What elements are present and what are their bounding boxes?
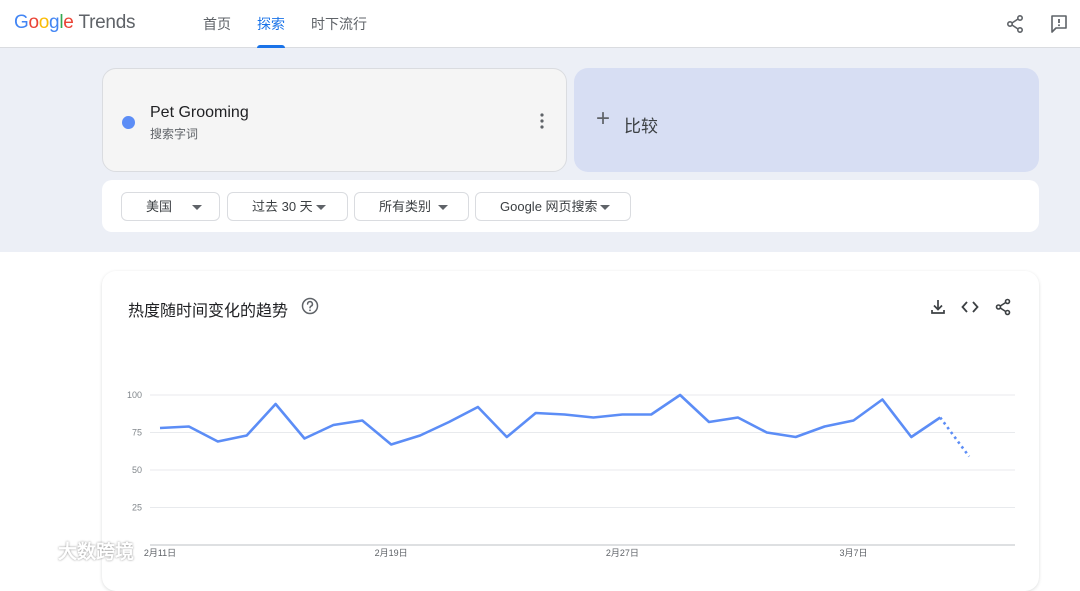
logo-letter: G bbox=[14, 12, 29, 33]
x-tick-label: 2月19日 bbox=[375, 548, 408, 558]
tab-trending-now[interactable]: 时下流行 bbox=[298, 0, 380, 48]
top-app-bar: Google Trends 首页 探索 时下流行 bbox=[0, 0, 1080, 48]
data-point[interactable] bbox=[533, 410, 539, 416]
series-color-dot bbox=[122, 116, 135, 129]
dropdown-arrow-icon bbox=[316, 205, 326, 210]
watermark-text: 大数跨境 bbox=[58, 541, 135, 563]
search-term-title: Pet Grooming bbox=[150, 104, 249, 121]
search-term-card[interactable]: Pet Grooming 搜索字词 bbox=[102, 68, 567, 172]
data-point[interactable] bbox=[648, 412, 654, 418]
data-point[interactable] bbox=[244, 433, 250, 439]
x-tick-label: 3月7日 bbox=[840, 548, 868, 558]
logo-letter: g bbox=[49, 12, 60, 33]
data-point[interactable] bbox=[215, 439, 221, 445]
logo-letter: e bbox=[63, 12, 74, 33]
partial-data-line[interactable] bbox=[939, 416, 971, 458]
logo-trends-word: Trends bbox=[78, 12, 136, 33]
data-point[interactable] bbox=[301, 436, 307, 442]
data-point[interactable] bbox=[330, 422, 336, 428]
data-point[interactable] bbox=[851, 418, 857, 424]
watermark: 大数跨境 bbox=[10, 536, 134, 564]
interest-over-time-card: 热度随时间变化的趋势 25 50 75 100 2月11日 2月19日 2月27日 3月7日 bbox=[102, 271, 1039, 591]
filter-bar: 美国 过去 30 天 所有类别 Google 网页搜索 bbox=[102, 180, 1039, 232]
data-point[interactable] bbox=[388, 442, 394, 448]
data-point[interactable] bbox=[504, 434, 510, 440]
data-point[interactable] bbox=[186, 424, 192, 430]
data-point[interactable] bbox=[677, 392, 683, 398]
tab-explore[interactable]: 探索 bbox=[244, 0, 298, 48]
data-point[interactable] bbox=[908, 434, 914, 440]
search-term-type: 搜索字词 bbox=[150, 127, 199, 141]
data-point[interactable] bbox=[417, 433, 423, 439]
tab-home[interactable]: 首页 bbox=[190, 0, 244, 48]
data-point[interactable] bbox=[562, 412, 568, 418]
x-tick-label: 2月11日 bbox=[144, 548, 176, 558]
logo-letter: o bbox=[28, 12, 39, 33]
category-filter[interactable]: 所有类别 bbox=[354, 192, 469, 221]
data-point[interactable] bbox=[273, 401, 279, 407]
data-point[interactable] bbox=[706, 419, 712, 425]
data-point[interactable] bbox=[793, 434, 799, 440]
x-tick-label: 2月27日 bbox=[606, 548, 639, 558]
dropdown-arrow-icon bbox=[600, 205, 610, 210]
interest-line-chart[interactable]: 25 50 75 100 2月11日 2月19日 2月27日 3月7日 bbox=[102, 271, 1039, 570]
y-tick-label: 100 bbox=[127, 390, 142, 400]
dropdown-arrow-icon bbox=[438, 205, 448, 210]
region-filter[interactable]: 美国 bbox=[121, 192, 220, 221]
data-point[interactable] bbox=[879, 397, 885, 403]
search-type-filter[interactable]: Google 网页搜索 bbox=[475, 192, 631, 221]
more-vert-icon[interactable] bbox=[530, 109, 554, 133]
data-point[interactable] bbox=[590, 415, 596, 421]
y-tick-label: 25 bbox=[132, 503, 142, 513]
data-point[interactable] bbox=[764, 430, 770, 436]
data-point[interactable] bbox=[822, 424, 828, 430]
filter-label: 过去 30 天 bbox=[252, 199, 313, 214]
data-point[interactable] bbox=[735, 415, 741, 421]
data-point[interactable] bbox=[619, 412, 625, 418]
add-comparison-button[interactable]: + 比较 bbox=[574, 68, 1039, 172]
filter-label: 所有类别 bbox=[379, 199, 432, 214]
time-range-filter[interactable]: 过去 30 天 bbox=[227, 192, 348, 221]
google-trends-logo[interactable]: Google Trends bbox=[14, 12, 135, 34]
plus-icon: + bbox=[596, 105, 611, 132]
data-point[interactable] bbox=[475, 404, 481, 410]
data-point[interactable] bbox=[359, 418, 365, 424]
watermark-logo-icon bbox=[12, 541, 49, 558]
filter-label: Google 网页搜索 bbox=[500, 199, 598, 214]
main-nav: 首页 探索 时下流行 bbox=[190, 0, 380, 48]
y-tick-label: 50 bbox=[132, 465, 142, 475]
compare-label: 比较 bbox=[624, 117, 658, 136]
data-point[interactable] bbox=[446, 419, 452, 425]
feedback-icon[interactable] bbox=[1047, 12, 1071, 36]
data-point[interactable] bbox=[937, 415, 943, 421]
logo-letter: o bbox=[38, 12, 50, 33]
filter-label: 美国 bbox=[146, 199, 173, 214]
dropdown-arrow-icon bbox=[192, 205, 202, 210]
share-icon[interactable] bbox=[1003, 12, 1027, 36]
data-point[interactable] bbox=[157, 425, 163, 431]
y-tick-label: 75 bbox=[132, 428, 142, 438]
